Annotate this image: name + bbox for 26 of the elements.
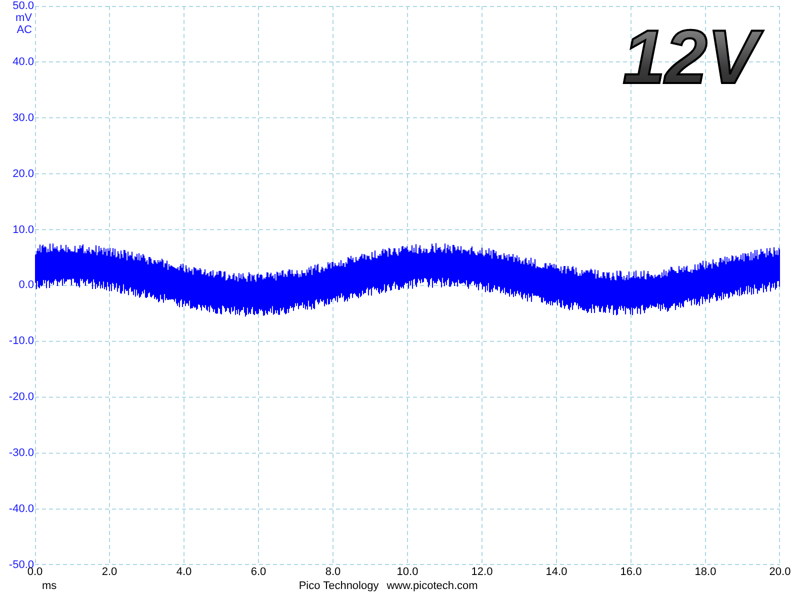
y-axis-label: 0.0 [18, 279, 34, 292]
x-axis-label: 18.0 [694, 565, 718, 579]
y-axis-label: 40.0 [12, 56, 34, 68]
y-axis-label: -10.0 [8, 335, 34, 348]
y-axis-label: -40.0 [8, 503, 34, 516]
website-label: www.picotech.com [386, 580, 478, 593]
y-axis-label: 10.0 [12, 224, 34, 236]
x-axis-label: 0.0 [27, 566, 44, 579]
y-unit-label: mV [16, 12, 32, 24]
y-axis-label: 20.0 [12, 168, 34, 180]
x-axis-label: 20.0 [768, 565, 792, 579]
coupling-label: AC [16, 24, 32, 36]
x-axis-label: 2.0 [100, 565, 118, 579]
x-unit-label: ms [42, 580, 57, 593]
x-axis-label: 8.0 [324, 565, 342, 579]
brand-label: Pico Technology [298, 580, 379, 593]
x-axis-label: 14.0 [544, 565, 568, 579]
x-axis-label: 16.0 [619, 565, 643, 579]
x-axis-label: 10.0 [396, 565, 420, 579]
x-axis-label: 4.0 [175, 565, 193, 579]
x-axis-label: 12.0 [470, 565, 494, 579]
y-axis-label: 50.0 [12, 0, 34, 12]
y-axis-label: 30.0 [12, 112, 34, 124]
y-axis-label: -30.0 [8, 447, 34, 460]
y-axis-label: -20.0 [8, 391, 34, 404]
x-axis-label: 6.0 [250, 565, 268, 579]
